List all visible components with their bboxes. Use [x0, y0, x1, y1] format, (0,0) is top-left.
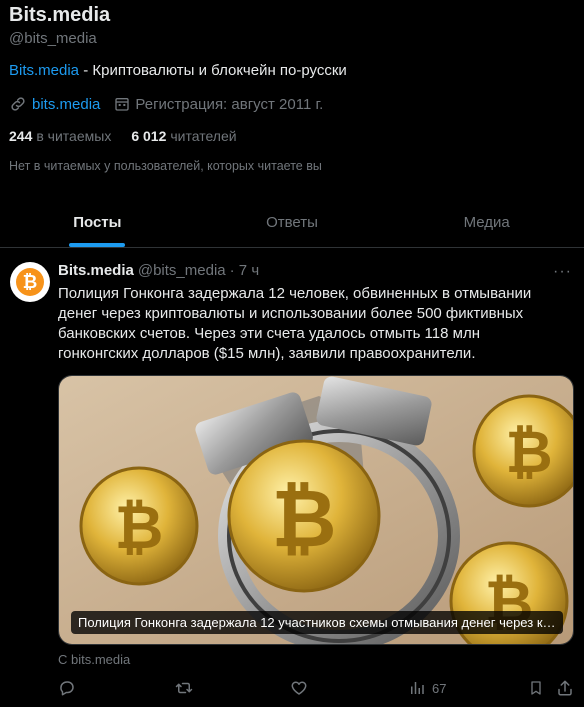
joined-item: Регистрация: август 2011 г.	[114, 96, 323, 113]
views-count: 67	[432, 680, 447, 696]
tweet-actions: 67	[58, 679, 574, 701]
retweet-button[interactable]	[174, 679, 194, 697]
card-caption: Полиция Гонконга задержала 12 участников…	[71, 611, 563, 634]
card-source[interactable]: С bits.media	[58, 652, 130, 667]
profile-tabs: Посты Ответы Медиа	[0, 198, 584, 248]
joined-date: Регистрация: август 2011 г.	[135, 95, 324, 113]
card-image: ₿ ₿ ₿ ₿	[59, 376, 573, 644]
following-count: 244	[9, 128, 33, 144]
bio-text: - Криптовалюты и блокчейн по-русски	[79, 62, 347, 79]
svg-text:₿: ₿	[115, 494, 164, 561]
tab-media[interactable]: Медиа	[389, 198, 584, 247]
reply-icon	[60, 681, 74, 696]
following-label: в читаемых	[36, 128, 112, 144]
profile-name: Bits.media	[9, 4, 111, 26]
like-button[interactable]	[290, 679, 308, 697]
website-item[interactable]: bits.media	[9, 95, 100, 113]
retweet-icon	[175, 682, 193, 694]
tab-label: Посты	[73, 214, 122, 231]
profile-bio: Bits.media - Криптовалюты и блокчейн по-…	[9, 62, 347, 79]
svg-text:₿: ₿	[23, 272, 38, 292]
link-icon	[11, 97, 25, 111]
profile-handle: @bits_media	[9, 30, 97, 47]
website-link[interactable]: bits.media	[32, 96, 100, 113]
follow-stats: 244 в читаемых 6 012 читателей	[9, 128, 257, 144]
followers-link[interactable]: 6 012 читателей	[131, 128, 236, 144]
tweet-handle[interactable]: @bits_media	[138, 262, 226, 279]
link-card[interactable]: ₿ ₿ ₿ ₿ Полиция Гонконга задержала 12 уч…	[58, 375, 574, 645]
tweet-text: Полиция Гонконга задержала 12 человек, о…	[58, 285, 532, 362]
avatar[interactable]: ₿	[10, 262, 50, 302]
like-icon	[291, 681, 307, 695]
share-button[interactable]	[556, 679, 574, 697]
views-icon	[411, 682, 424, 694]
tweet-time[interactable]: · 7 ч	[230, 262, 260, 279]
tab-label: Ответы	[266, 214, 318, 231]
tweet[interactable]: ₿ Bits.media @bits_media · 7 ч ··· Полиц…	[0, 249, 584, 707]
bookmark-button[interactable]	[528, 679, 544, 697]
reply-button[interactable]	[58, 679, 76, 697]
tweet-author[interactable]: Bits.media	[58, 262, 134, 279]
svg-text:₿: ₿	[505, 420, 552, 485]
bookmark-icon	[531, 681, 541, 695]
tab-posts[interactable]: Посты	[0, 198, 195, 247]
following-link[interactable]: 244 в читаемых	[9, 128, 111, 144]
active-tab-indicator	[69, 243, 126, 247]
tweet-header: Bits.media @bits_media · 7 ч	[58, 262, 259, 279]
more-icon[interactable]: ···	[553, 263, 572, 281]
calendar-icon	[115, 98, 130, 111]
bio-link[interactable]: Bits.media	[9, 62, 79, 79]
tab-replies[interactable]: Ответы	[195, 198, 390, 247]
bitcoin-logo-icon: ₿	[16, 268, 44, 296]
views-button[interactable]: 67	[408, 679, 446, 697]
profile-meta: bits.media Регистрация: август 2011 г.	[9, 95, 337, 113]
followed-by-note: Нет в читаемых у пользователей, которых …	[9, 159, 322, 173]
tab-label: Медиа	[463, 214, 510, 231]
svg-text:₿: ₿	[271, 474, 336, 563]
followers-count: 6 012	[131, 128, 167, 144]
followers-label: читателей	[170, 128, 237, 144]
share-icon	[558, 680, 572, 696]
